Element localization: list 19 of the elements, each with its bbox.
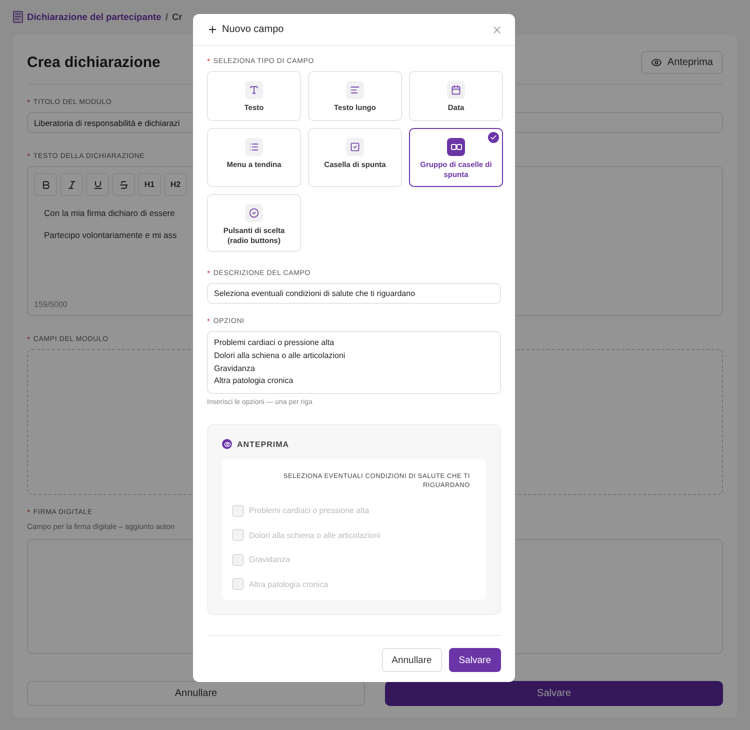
preview-title: ANTEPRIMA — [237, 440, 290, 449]
required-mark: * — [207, 270, 210, 277]
required-mark: * — [27, 336, 30, 343]
required-mark: * — [27, 153, 30, 160]
required-mark: * — [207, 58, 210, 65]
breadcrumb-separator: / — [165, 12, 168, 22]
checkbox-label: Problemi cardiaci o pressione alta — [249, 506, 370, 516]
statement-paragraph: Con la mia firma dichiaro di essere — [44, 208, 175, 218]
statement-paragraph: Partecipo volontariamente e mi ass — [44, 230, 177, 240]
page-title: Crea dichiarazione — [27, 54, 160, 71]
character-counter: 159/5000 — [34, 300, 68, 309]
dialog-title: Nuovo campo — [222, 24, 284, 35]
checkbox-label: Altra patologia cronica — [249, 580, 328, 589]
required-mark: * — [27, 509, 30, 516]
checkbox-label: Gravidanza — [249, 555, 290, 564]
checkbox-label: Dolori alla schiena o alle articolazioni — [249, 530, 380, 540]
required-mark: * — [207, 318, 210, 325]
required-mark: * — [27, 99, 30, 106]
breadcrumb-current: Cr — [172, 12, 182, 22]
